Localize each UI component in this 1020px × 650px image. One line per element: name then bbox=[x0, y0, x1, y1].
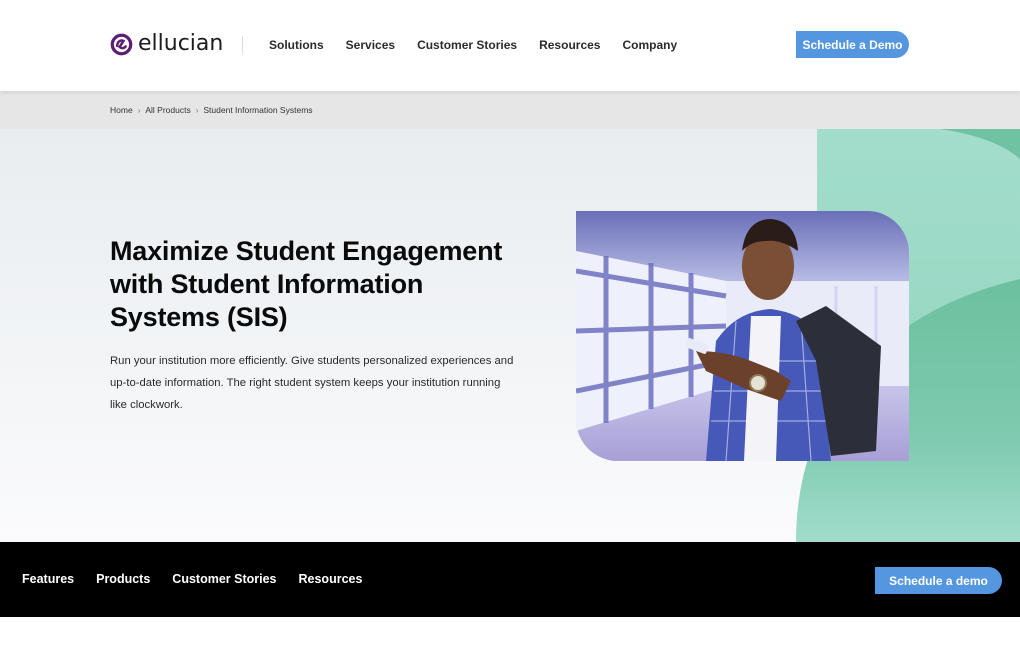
student-photo-illustration bbox=[576, 211, 909, 461]
hero-title: Maximize Student Engagement with Student… bbox=[110, 236, 503, 332]
product-subnav: Features Products Customer Stories Resou… bbox=[0, 542, 1020, 617]
hero-section: Maximize Student Engagement with Student… bbox=[0, 129, 1020, 542]
site-header: ellucian Solutions Services Customer Sto… bbox=[0, 0, 1020, 91]
subnav-features[interactable]: Features bbox=[22, 571, 74, 587]
subnav-customer-stories[interactable]: Customer Stories bbox=[172, 571, 276, 587]
breadcrumb: Home › All Products › Student Informatio… bbox=[110, 105, 313, 115]
nav-resources[interactable]: Resources bbox=[539, 37, 600, 53]
logo-link[interactable]: ellucian bbox=[110, 30, 223, 58]
subnav-links: Features Products Customer Stories Resou… bbox=[22, 571, 384, 587]
subnav-resources[interactable]: Resources bbox=[299, 571, 363, 587]
breadcrumb-bar: Home › All Products › Student Informatio… bbox=[0, 91, 1020, 129]
hero-image bbox=[576, 211, 909, 461]
breadcrumb-all-products[interactable]: All Products bbox=[145, 105, 190, 115]
main-nav: Solutions Services Customer Stories Reso… bbox=[269, 37, 699, 53]
breadcrumb-home[interactable]: Home bbox=[110, 105, 133, 115]
breadcrumb-separator: › bbox=[195, 105, 199, 115]
breadcrumb-separator: › bbox=[137, 105, 141, 115]
nav-company[interactable]: Company bbox=[622, 37, 677, 53]
nav-customer-stories[interactable]: Customer Stories bbox=[417, 37, 517, 53]
subnav-products[interactable]: Products bbox=[96, 571, 150, 587]
nav-solutions[interactable]: Solutions bbox=[269, 37, 324, 53]
schedule-demo-button[interactable]: Schedule a Demo bbox=[796, 31, 909, 58]
nav-services[interactable]: Services bbox=[346, 37, 395, 53]
logo-text: ellucian bbox=[138, 31, 224, 56]
ellucian-logo-icon bbox=[110, 33, 133, 55]
subnav-schedule-demo-button[interactable]: Schedule a demo bbox=[875, 567, 1002, 594]
breadcrumb-current: Student Information Systems bbox=[203, 105, 313, 115]
hero-description: Run your institution more efficiently. G… bbox=[110, 355, 514, 411]
header-divider bbox=[242, 36, 243, 54]
